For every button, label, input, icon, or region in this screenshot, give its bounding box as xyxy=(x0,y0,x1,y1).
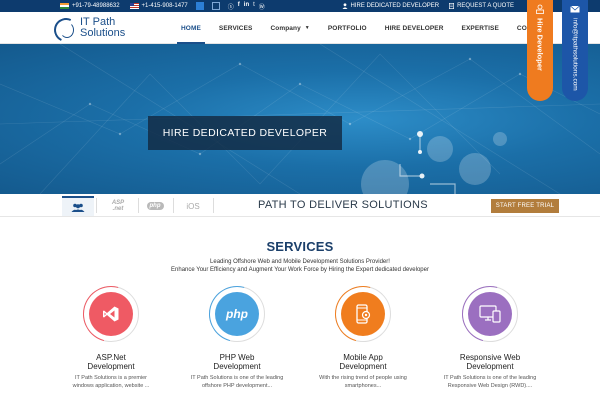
services-subtitle-line1: Leading Offshore Web and Mobile Developm… xyxy=(210,259,390,265)
service-card-mobile[interactable]: Mobile App Development With the rising t… xyxy=(313,275,413,390)
menu: HOME SERVICES Company ▼ PORTFOLIO HIRE D… xyxy=(172,12,558,44)
document-icon xyxy=(449,3,455,9)
service-card-php[interactable]: php PHP Web Development IT Path Solution… xyxy=(187,275,287,390)
phone-us-text: +1-415-908-1477 xyxy=(141,3,188,9)
email-tab-label: info@itpathsolutions.com xyxy=(571,18,579,91)
devices-icon xyxy=(479,305,501,323)
request-quote-link[interactable]: REQUEST A QUOTE xyxy=(449,3,514,9)
tagline: PATH TO DELIVER SOLUTIONS xyxy=(258,199,428,211)
nav-services[interactable]: SERVICES xyxy=(210,12,262,44)
hire-dedicated-developer-link[interactable]: HIRE DEDICATED DEVELOPER xyxy=(342,3,440,9)
service-card-description: IT Path Solutions is one of the leading … xyxy=(443,375,537,389)
nav-portfolio[interactable]: PORTFOLIO xyxy=(319,12,376,44)
ios-logo: iOS xyxy=(186,201,200,211)
nav-home[interactable]: HOME xyxy=(172,12,210,44)
service-card-title: Mobile App Development xyxy=(339,353,387,371)
service-card-aspnet[interactable]: ASP.Net Development IT Path Solutions is… xyxy=(61,275,161,390)
tech-divider xyxy=(173,198,174,213)
phone-us[interactable]: +1-415-908-1477 xyxy=(129,3,188,9)
developer-icon xyxy=(536,4,544,14)
tech-divider xyxy=(213,198,214,213)
service-card-responsive[interactable]: Responsive Web Development IT Path Solut… xyxy=(440,275,540,390)
tech-tab-ios[interactable]: iOS xyxy=(178,196,208,216)
us-flag-icon xyxy=(129,3,139,9)
nav-expertise[interactable]: EXPERTISE xyxy=(453,12,508,44)
service-card-title: PHP Web Development xyxy=(213,353,261,371)
php-logo: php xyxy=(146,202,164,210)
service-icon-ring: php xyxy=(198,275,276,353)
facebook-icon[interactable]: f xyxy=(238,2,240,11)
service-icon-ring xyxy=(72,275,150,353)
user-icon xyxy=(342,3,348,9)
tech-tab-developers[interactable] xyxy=(62,196,94,216)
service-card-title: Responsive Web Development xyxy=(459,353,521,371)
chevron-down-icon: ▼ xyxy=(304,25,310,31)
tech-tab-php[interactable]: php xyxy=(142,196,168,216)
social-links: ⓢ f in t Ⓦ xyxy=(228,2,265,11)
services-subtitle: Leading Offshore Web and Mobile Developm… xyxy=(0,258,600,274)
nav-company-label: Company xyxy=(270,24,301,32)
aspnet-logo: ASP .net xyxy=(112,200,124,212)
india-flag-icon xyxy=(60,3,69,9)
technology-bar: ASP .net php iOS PATH TO DELIVER SOLUTIO… xyxy=(0,194,600,217)
aspnet-logo-line2: .net xyxy=(112,206,124,212)
logo-line2: Solutions xyxy=(80,27,126,39)
nav-company[interactable]: Company ▼ xyxy=(261,12,318,44)
tech-tab-aspnet[interactable]: ASP .net xyxy=(103,196,133,216)
service-card-title: ASP.Net Development xyxy=(87,353,135,371)
start-free-trial-button[interactable]: START FREE TRIAL xyxy=(491,199,559,213)
nav-hire-developer[interactable]: HIRE DEVELOPER xyxy=(376,12,453,44)
logo-mark-icon xyxy=(52,16,78,40)
logo-text: IT Path Solutions xyxy=(80,17,125,39)
service-card-description: With the rising trend of people using sm… xyxy=(319,375,407,389)
linkedin-icon[interactable]: in xyxy=(244,2,249,11)
hero-banner: HIRE DEDICATED DEVELOPER xyxy=(0,44,600,194)
service-icon-ring xyxy=(324,275,402,353)
main-navigation: IT Path Solutions HOME SERVICES Company … xyxy=(0,12,600,44)
visual-studio-icon xyxy=(103,306,119,322)
team-icon xyxy=(71,203,85,212)
request-quote-text: REQUEST A QUOTE xyxy=(457,3,514,9)
phone-india-text: +91-79-48988632 xyxy=(72,3,120,9)
mobile-gear-icon xyxy=(356,304,371,324)
twitter-icon[interactable]: t xyxy=(253,2,255,11)
hire-developer-tab-label: Hire Developer xyxy=(535,18,545,71)
phone-india[interactable]: +91-79-48988632 xyxy=(60,3,120,9)
top-bar-actions: HIRE DEDICATED DEVELOPER REQUEST A QUOTE xyxy=(342,0,514,12)
skype-icon[interactable]: ⓢ xyxy=(228,2,234,11)
tech-divider xyxy=(96,198,97,213)
hire-dedicated-developer-text: HIRE DEDICATED DEVELOPER xyxy=(350,3,440,9)
services-title: SERVICES xyxy=(266,239,334,254)
outlook-icon[interactable] xyxy=(195,2,204,10)
envelope-icon xyxy=(570,5,580,13)
service-icon-ring xyxy=(451,275,529,353)
wordpress-icon[interactable]: Ⓦ xyxy=(259,2,265,11)
service-card-description: IT Path Solutions is one of the leading … xyxy=(190,375,284,389)
services-subtitle-line2: Enhance Your Efficiency and Augment Your… xyxy=(171,267,429,273)
hire-dedicated-developer-button[interactable]: HIRE DEDICATED DEVELOPER xyxy=(148,116,342,150)
window-icon[interactable] xyxy=(211,2,220,10)
tech-divider xyxy=(138,198,139,213)
php-icon: php xyxy=(226,307,248,321)
email-side-tab[interactable]: info@itpathsolutions.com xyxy=(562,0,588,101)
hire-developer-side-tab[interactable]: Hire Developer xyxy=(527,0,553,101)
service-card-description: IT Path Solutions is a premier windows a… xyxy=(72,375,150,389)
top-bar: +91-79-48988632 +1-415-908-1477 ⓢ f in t… xyxy=(0,0,600,12)
logo[interactable]: IT Path Solutions xyxy=(52,16,125,40)
